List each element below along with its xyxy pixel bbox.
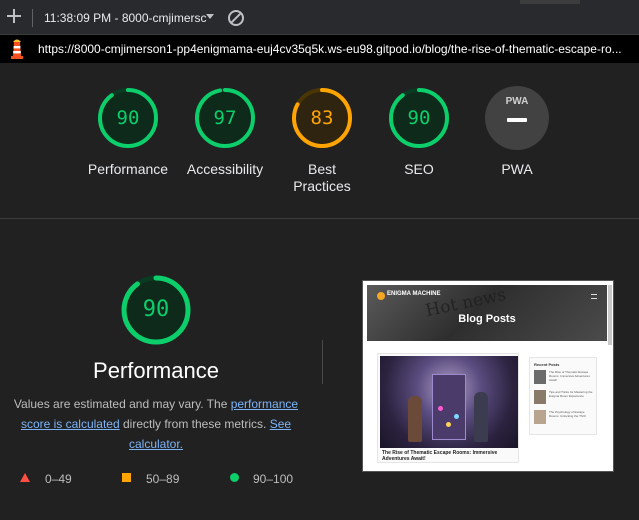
performance-score: 90 xyxy=(142,297,170,322)
gauge-score: 83 xyxy=(310,107,334,129)
lighthouse-icon xyxy=(11,39,23,59)
thumb-hero: Hot news ENIGMA MACHINE Blog Posts xyxy=(367,285,607,341)
thumb-sidebar-image xyxy=(534,390,546,404)
average-square-icon xyxy=(122,473,131,482)
gauge-accessibility[interactable]: 97 xyxy=(193,86,257,150)
light-shape xyxy=(454,414,459,419)
thumb-sidebar: Recent Posts The Rise of Thematic Escape… xyxy=(529,357,597,435)
gauge-score: 90 xyxy=(116,107,140,129)
gauge-best-practices[interactable]: 83 xyxy=(290,86,354,150)
report-url[interactable]: https://8000-cmjimerson1-pp4enigmama-euj… xyxy=(38,42,628,56)
toolbar-separator xyxy=(32,9,33,27)
performance-gauge-large: 90 xyxy=(120,274,192,346)
final-screenshot[interactable]: Hot news ENIGMA MACHINE Blog Posts The R… xyxy=(362,280,614,472)
desc-mid: directly from these metrics. xyxy=(119,417,270,431)
performance-description: Values are estimated and may vary. The p… xyxy=(6,394,306,454)
legend-poor: 0–49 xyxy=(45,472,72,486)
desc-prefix: Values are estimated and may vary. The xyxy=(13,397,231,411)
gauge-seo[interactable]: 90 xyxy=(387,86,451,150)
thumb-sidebar-image xyxy=(534,370,546,384)
gauge-label-pwa[interactable]: PWA xyxy=(462,161,572,178)
thumb-title: Blog Posts xyxy=(458,313,516,325)
gauge-label-seo[interactable]: SEO xyxy=(364,161,474,178)
hamburger-icon xyxy=(591,294,597,299)
report-selector-label[interactable]: 11:38:09 PM - 8000-cmjimersc xyxy=(44,11,207,25)
devtools-toolbar: 11:38:09 PM - 8000-cmjimersc xyxy=(0,0,639,35)
thumb-sidebar-item: Tips and Tricks for Mastering the Enigma… xyxy=(534,390,594,406)
vertical-divider xyxy=(322,340,323,384)
clear-icon[interactable] xyxy=(228,10,244,26)
thumb-scrollbar xyxy=(608,285,612,345)
pwa-dash-icon xyxy=(507,118,527,122)
plus-icon[interactable] xyxy=(6,8,22,24)
thumb-sidebar-text: The Psychology of Escape Rooms: Unlockin… xyxy=(549,410,586,418)
gauge-score: 97 xyxy=(213,107,237,129)
thumb-sidebar-text: The Rise of Thematic Escape Rooms: Immer… xyxy=(549,370,590,382)
thumb-sidebar-title: Recent Posts xyxy=(534,362,560,367)
thumb-sidebar-item: The Psychology of Escape Rooms: Unlockin… xyxy=(534,410,594,426)
chevron-down-icon[interactable] xyxy=(206,14,214,19)
thumb-post-image xyxy=(380,356,518,448)
toolbar-tab-indicator xyxy=(520,0,580,4)
good-circle-icon xyxy=(230,473,239,482)
report-url-bar: https://8000-cmjimerson1-pp4enigmama-euj… xyxy=(0,35,639,63)
light-shape xyxy=(438,406,443,411)
person-shape xyxy=(408,396,422,442)
gauge-performance[interactable]: 90 xyxy=(96,86,160,150)
thumb-logo-text: ENIGMA MACHINE xyxy=(387,291,441,297)
legend-average: 50–89 xyxy=(146,472,180,486)
thumb-sidebar-item: The Rise of Thematic Escape Rooms: Immer… xyxy=(534,370,594,386)
gauge-label-performance[interactable]: Performance xyxy=(73,161,183,178)
performance-title: Performance xyxy=(93,358,219,383)
section-divider xyxy=(0,218,639,219)
thumb-sidebar-image xyxy=(534,410,546,424)
poor-triangle-icon xyxy=(20,473,30,482)
thumb-post-caption: The Rise of Thematic Escape Rooms: Immer… xyxy=(382,450,498,462)
thumb-post-card: The Rise of Thematic Escape Rooms: Immer… xyxy=(377,353,519,463)
thumb-logo: ENIGMA MACHINE xyxy=(377,291,440,301)
person-shape xyxy=(474,392,488,442)
thumb-sidebar-text: Tips and Tricks for Mastering the Enigma… xyxy=(549,390,593,398)
pwa-badge[interactable]: PWA xyxy=(485,86,549,150)
logo-dot-icon xyxy=(377,292,385,300)
gauge-label-accessibility[interactable]: Accessibility xyxy=(170,161,280,178)
legend-good: 90–100 xyxy=(253,472,294,486)
gauge-label-best-practices[interactable]: Best Practices xyxy=(287,161,357,195)
light-shape xyxy=(446,422,451,427)
pwa-badge-text: PWA xyxy=(505,96,529,107)
gauge-score: 90 xyxy=(407,107,431,129)
